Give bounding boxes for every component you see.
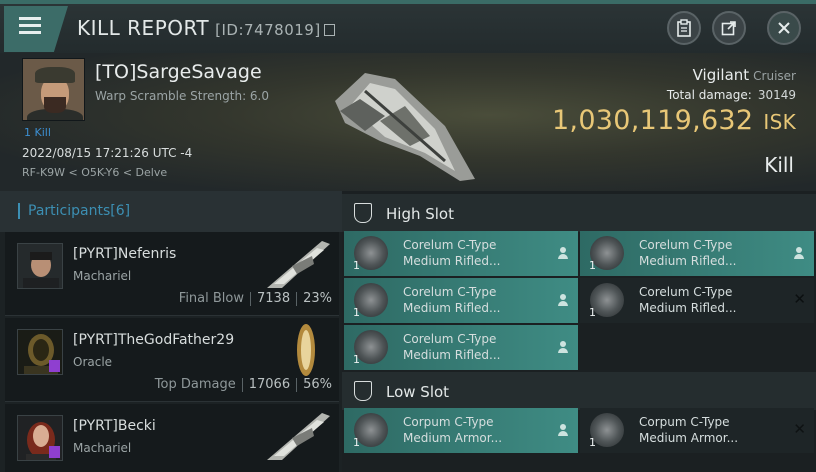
kill-count-link[interactable]: 1 Kill [24,126,51,139]
participant-ship-image[interactable] [262,408,334,463]
dropped-icon [793,247,805,259]
participant-avatar[interactable] [17,329,63,375]
clipboard-button[interactable] [667,11,701,45]
close-icon [778,22,790,34]
victim-ship-image[interactable] [325,61,485,186]
victim-avatar[interactable] [22,58,85,121]
participant-ship: Machariel [73,269,132,283]
module-item[interactable]: 1 Corpum C-Type Medium Armor... ✕ [580,408,814,453]
menu-icon [19,17,41,20]
high-slot-icon [354,203,372,223]
dropped-icon [557,294,569,306]
participant-avatar[interactable] [17,415,63,461]
participant-name[interactable]: [PYRT]Becki [73,418,156,434]
participant-ship: Oracle [73,355,113,369]
kill-result: Kill [764,153,794,177]
alpha-clone-badge [49,446,60,458]
alpha-clone-badge [49,360,60,372]
kill-summary: [TO]SargeSavage Warp Scramble Strength: … [0,53,816,191]
participant-row[interactable]: [PYRT]TheGodFather29 Oracle Top Damage 17… [5,318,339,402]
dropped-icon [557,424,569,436]
copy-icon[interactable] [323,24,335,36]
kill-date: 2022/08/15 17:21:26 UTC -4 [22,146,193,160]
menu-button[interactable] [4,6,68,52]
low-slot-icon [354,381,372,401]
dropped-icon [557,341,569,353]
page-title: KILL REPORT [ID:7478019] [77,16,335,40]
clipboard-icon [677,19,691,37]
high-slot-header: High Slot [342,194,816,232]
low-slot-header: Low Slot [342,372,816,410]
module-item[interactable]: 1 Corelum C-Type Medium Rifled... [344,325,578,370]
destroyed-icon: ✕ [793,420,806,438]
participants-panel: Participants[6] [PYRT]Nefenris Machariel… [0,191,342,472]
participant-row[interactable]: [PYRT]Nefenris Machariel Final Blow 7138 2… [5,232,339,316]
isk-value: 1,030,119,632 ISK [551,105,796,136]
kill-report-header: KILL REPORT [ID:7478019] [0,0,816,53]
participant-row[interactable]: [PYRT]Becki Machariel [5,404,339,472]
module-item[interactable]: 1 Corpum C-Type Medium Armor... [344,408,578,453]
close-button[interactable] [767,11,801,45]
participants-header[interactable]: Participants[6] [0,191,342,232]
external-link-button[interactable] [712,11,746,45]
total-damage: Total damage: 30149 [666,88,796,102]
module-item[interactable]: 1 Corelum C-Type Medium Rifled... [344,278,578,323]
participant-avatar[interactable] [17,243,63,289]
victim-name[interactable]: [TO]SargeSavage [95,61,262,83]
dropped-icon [557,247,569,259]
external-link-icon [721,21,736,36]
participant-stats: Final Blow 7138 23% [178,291,332,306]
kill-location[interactable]: RF-K9W < O5K-Y6 < Delve [22,166,167,179]
participant-ship-image[interactable] [262,236,334,291]
fitting-panel: High Slot 1 Corelum C-Type Medium Rifled.… [342,191,816,472]
module-item[interactable]: 1 Corelum C-Type Medium Rifled... ✕ [580,278,814,323]
participant-name[interactable]: [PYRT]Nefenris [73,246,176,262]
participant-stats: Top Damage 17066 56% [154,377,332,392]
participant-name[interactable]: [PYRT]TheGodFather29 [73,332,234,348]
kill-id: [ID:7478019] [215,21,321,39]
module-item[interactable]: 1 Corelum C-Type Medium Rifled... [580,231,814,276]
victim-ship-name[interactable]: Vigilant Cruiser [693,66,796,84]
participant-ship-image[interactable] [262,322,334,377]
module-item[interactable]: 1 Corelum C-Type Medium Rifled... [344,231,578,276]
warp-scramble-strength: Warp Scramble Strength: 6.0 [95,89,270,103]
participant-ship: Machariel [73,441,132,455]
destroyed-icon: ✕ [793,290,806,308]
